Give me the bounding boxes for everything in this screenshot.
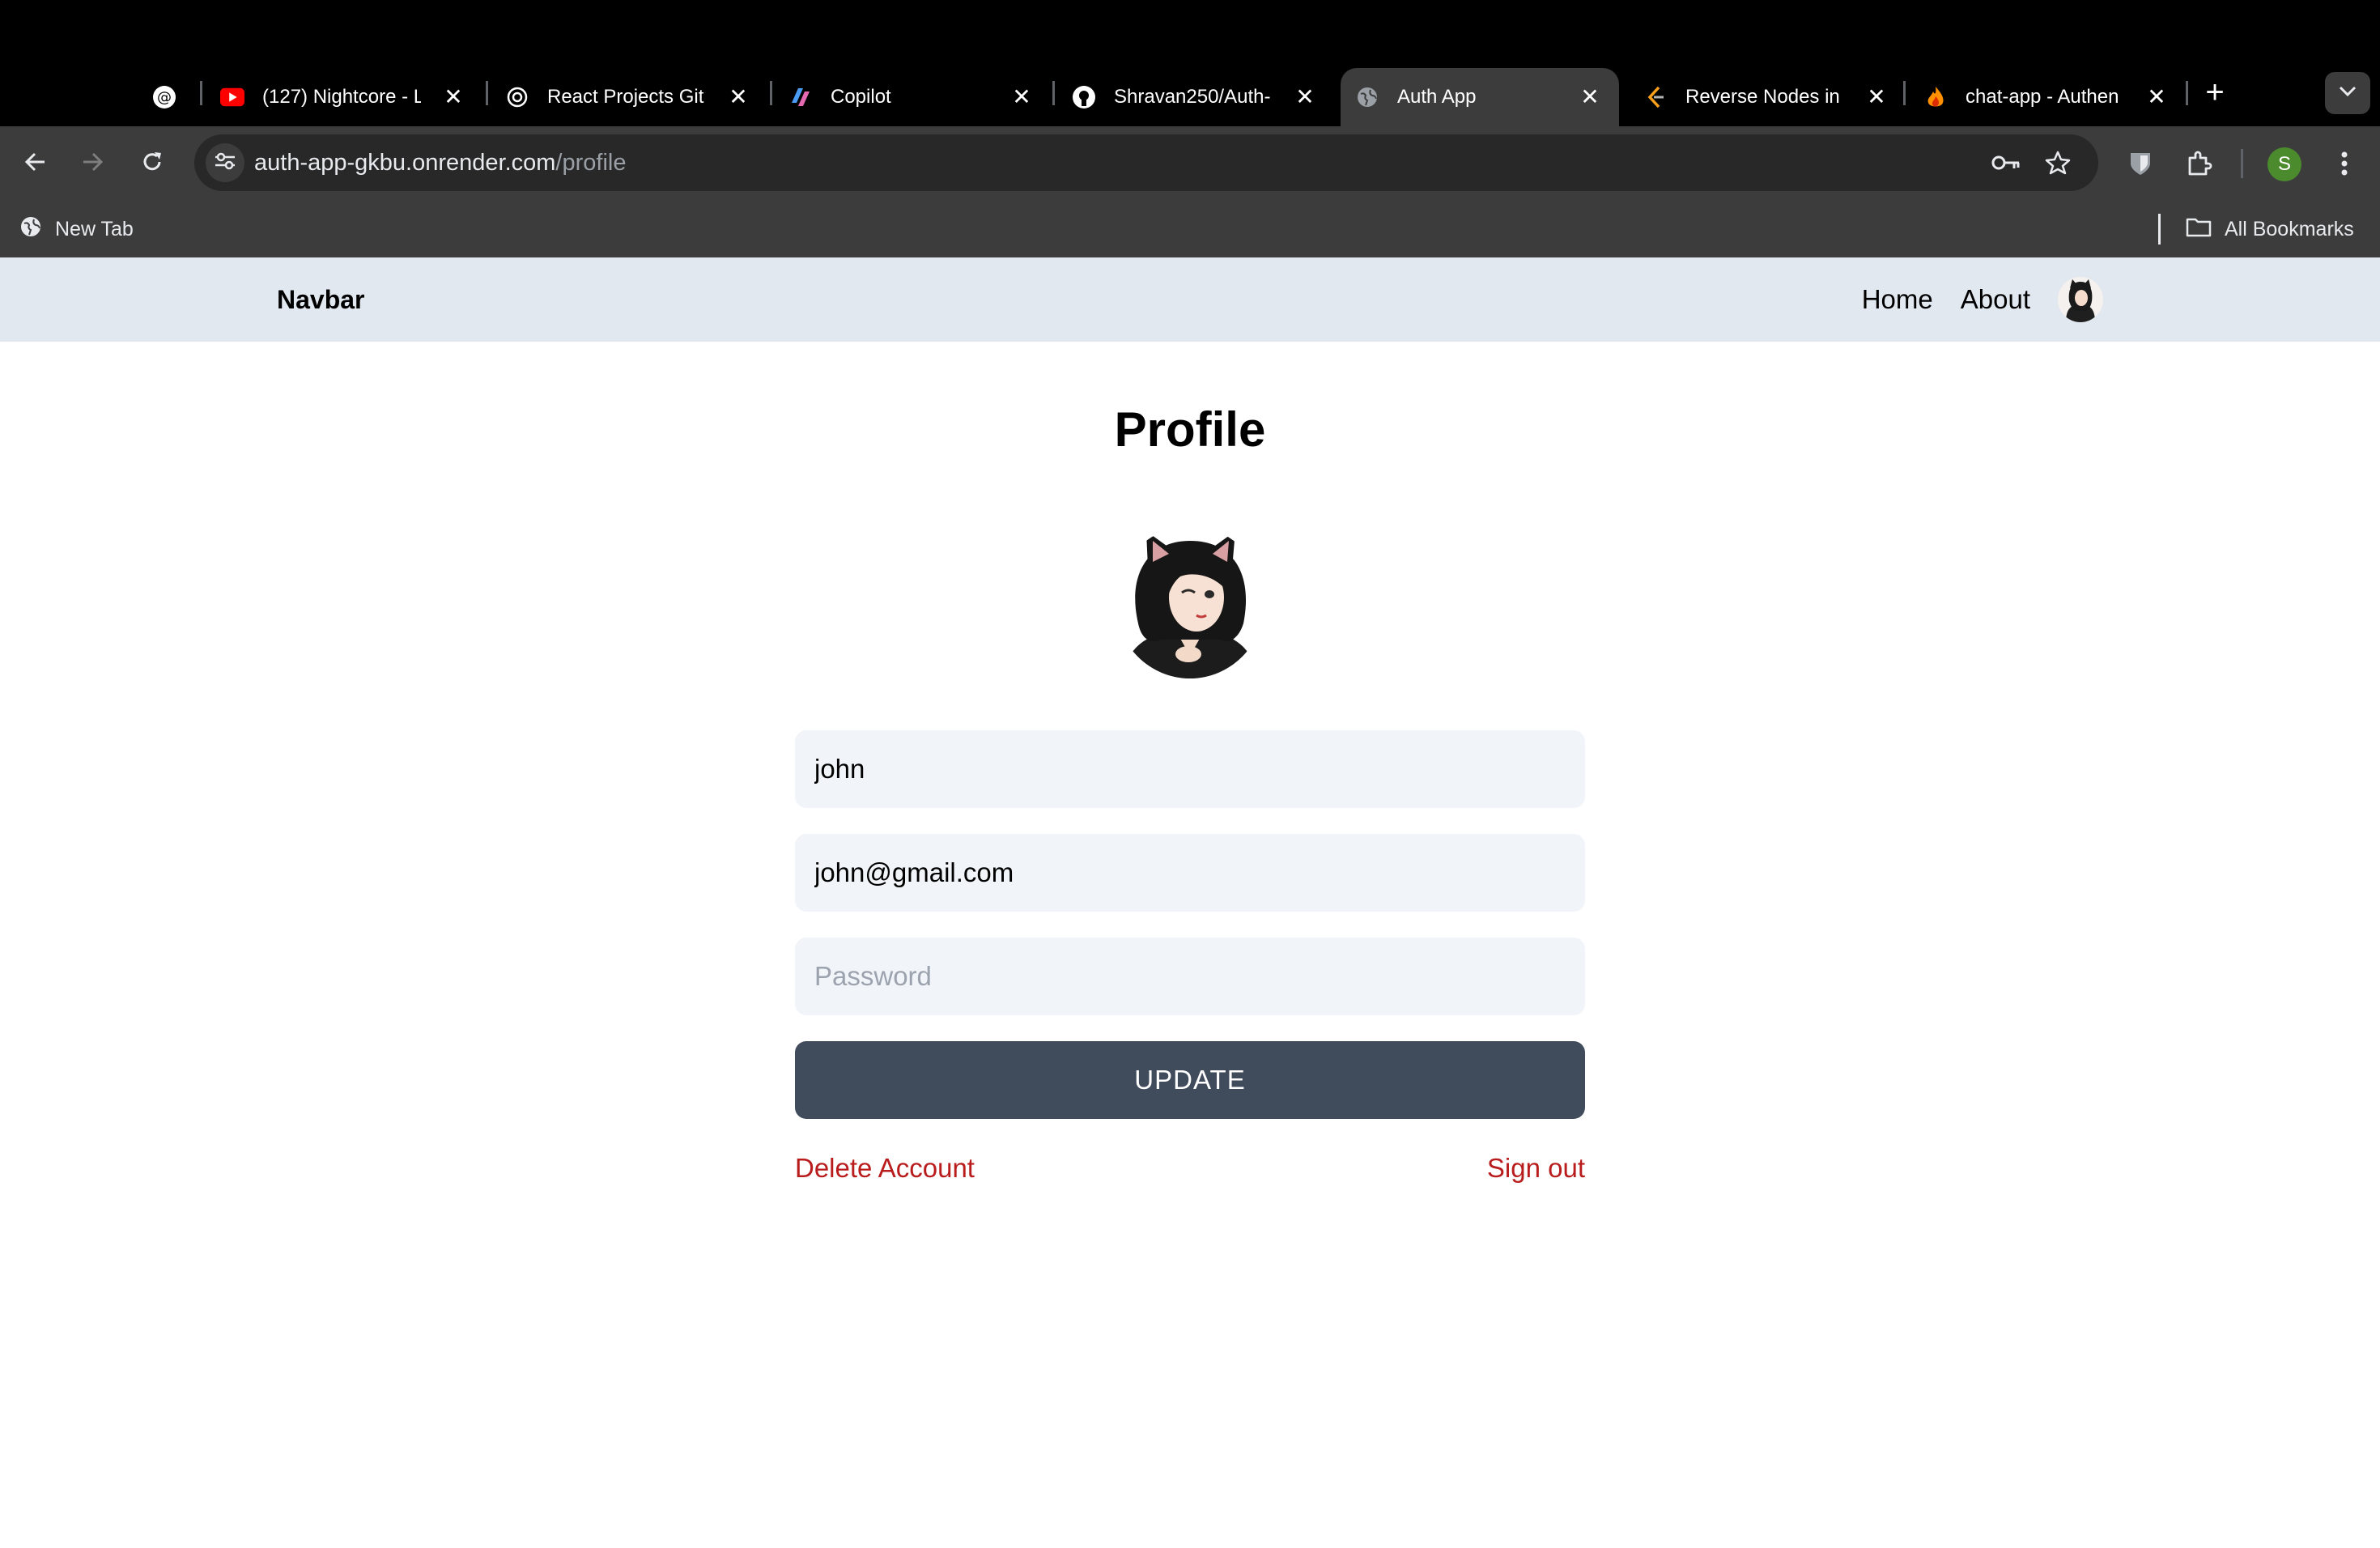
close-icon[interactable]: ✕ [1292,84,1318,110]
reload-button[interactable] [133,144,172,183]
url-host: auth-app-gkbu.onrender.com [254,150,556,176]
username-field[interactable] [795,730,1585,808]
extensions-puzzle-icon[interactable] [2179,144,2218,183]
tab-title: chat-app - Authen [1966,86,2119,108]
url-text[interactable]: auth-app-gkbu.onrender.com/profile [254,134,626,191]
close-icon[interactable]: ✕ [725,84,751,110]
bookmarks-separator [2158,214,2161,245]
tab-separator [200,81,202,105]
tab-separator [770,81,772,105]
forward-button[interactable] [73,144,112,183]
tab-separator [1903,81,1906,105]
tab-separator [486,81,488,105]
arrow-left-icon [23,150,48,178]
update-button[interactable]: UPDATE [795,1041,1585,1119]
threads-icon: @ [152,85,176,109]
tab-chatgpt[interactable]: React Projects Git ✕ [505,68,751,126]
delete-account-link[interactable]: Delete Account [795,1153,975,1184]
back-button[interactable] [16,144,55,183]
svg-text:@: @ [157,89,172,106]
tab-title: React Projects Git [547,86,704,108]
password-key-icon[interactable] [1991,148,2021,177]
bookmark-label: New Tab [55,217,134,240]
new-tab-button[interactable]: + [2197,76,2233,112]
bookmarks-bar: New Tab All Bookmarks [0,201,2380,257]
github-icon [1072,85,1096,109]
bookmark-star-icon[interactable] [2043,148,2072,177]
site-navbar: Navbar Home About [0,257,2380,342]
profile-avatar[interactable] [1116,526,1264,678]
folder-icon [2186,216,2212,243]
close-icon[interactable]: ✕ [1009,84,1035,110]
sign-out-link[interactable]: Sign out [1487,1153,1585,1184]
avatar[interactable] [2058,277,2103,322]
tab-github[interactable]: Shravan250/Auth- ✕ [1072,68,1318,126]
nav-link-home[interactable]: Home [1862,284,1933,315]
tab-threads[interactable]: @ [152,68,180,126]
brand-logo[interactable]: Navbar [277,257,365,342]
tab-strip: @ (127) Nightcore - L ✕ React Projects G… [0,0,2380,126]
close-icon[interactable]: ✕ [440,84,466,110]
tab-auth-app[interactable]: Auth App ✕ [1341,68,1619,126]
tab-title: (127) Nightcore - L [262,86,421,108]
tab-youtube[interactable]: (127) Nightcore - L ✕ [220,68,466,126]
bookmark-new-tab[interactable]: New Tab [19,201,134,257]
chevron-down-icon [2339,86,2357,101]
tab-search-button[interactable] [2325,72,2370,114]
toolbar-separator [2241,149,2243,178]
url-path: /profile [555,150,627,176]
nav-link-about[interactable]: About [1961,284,2030,315]
leetcode-icon [1643,85,1668,109]
menu-kebab-icon[interactable] [2325,144,2364,183]
nav-links: Home About [1862,257,2103,342]
tab-title: Reverse Nodes in [1685,86,1840,108]
tab-leetcode[interactable]: Reverse Nodes in ✕ [1643,68,1889,126]
tab-firebase[interactable]: chat-app - Authen ✕ [1923,68,2170,126]
tab-separator [2186,81,2188,105]
tab-title: Copilot [831,86,891,108]
tab-separator [1052,81,1055,105]
arrow-right-icon [80,150,104,178]
all-bookmarks-button[interactable]: All Bookmarks [2186,201,2354,257]
reload-icon [140,150,164,178]
browser-toolbar: auth-app-gkbu.onrender.com/profile S [0,126,2380,201]
address-bar[interactable]: auth-app-gkbu.onrender.com/profile [194,134,2098,191]
bookmark-label: All Bookmarks [2225,217,2354,240]
email-field[interactable] [795,834,1585,912]
close-icon[interactable]: ✕ [2144,84,2170,110]
firebase-icon [1923,85,1948,109]
page-title: Profile [1114,402,1266,457]
globe-icon [1355,85,1379,109]
tune-icon [214,151,236,175]
tab-title: Shravan250/Auth- [1114,86,1271,108]
youtube-icon [220,85,244,109]
close-icon[interactable]: ✕ [1864,84,1889,110]
password-field[interactable] [795,938,1585,1015]
shield-extension-icon[interactable] [2121,144,2160,183]
tab-copilot[interactable]: Copilot ✕ [788,68,1035,126]
tab-title: Auth App [1397,86,1477,108]
site-info-button[interactable] [206,143,244,182]
close-icon[interactable]: ✕ [1577,84,1603,110]
chatgpt-icon [505,85,529,109]
copilot-icon [788,85,813,109]
profile-avatar-button[interactable]: S [2267,147,2301,181]
globe-icon [19,215,42,244]
